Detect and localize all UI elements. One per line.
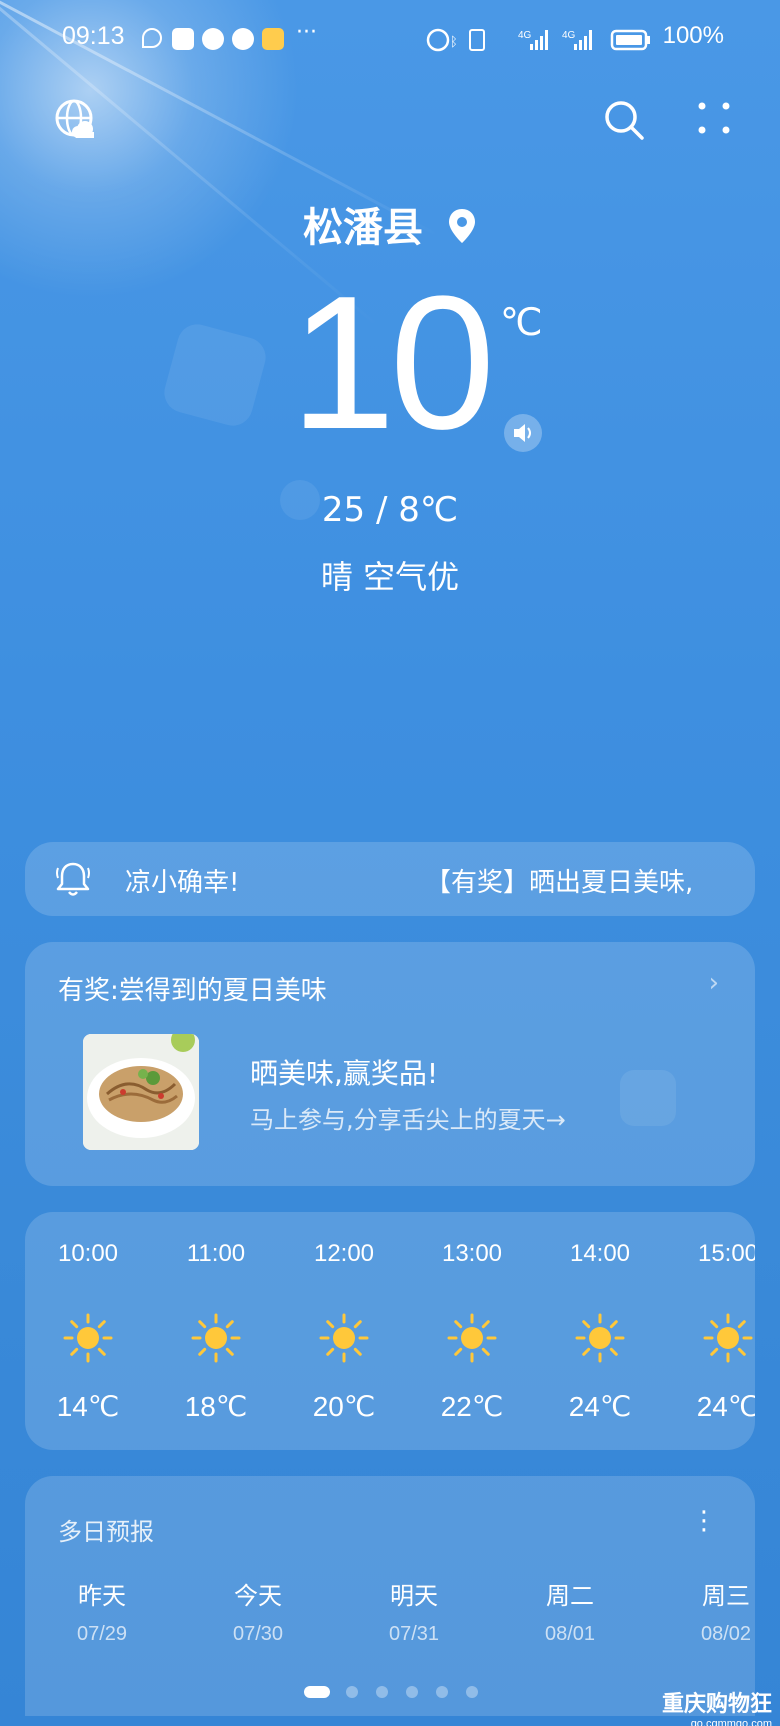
day-date: 08/02 bbox=[700, 1623, 752, 1645]
watermark-name: 重庆购物狂 bbox=[661, 1692, 772, 1717]
sun-icon bbox=[575, 1313, 625, 1363]
hour-temp: 20℃ bbox=[312, 1391, 376, 1422]
notice-banner[interactable]: 凉小确幸! 【有奖】晒出夏日美味, bbox=[25, 842, 755, 916]
app-icon bbox=[172, 28, 194, 50]
promo-subtitle: 马上参与,分享舌尖上的夏天→ bbox=[250, 1106, 566, 1134]
promo-headline: 晒美味,赢奖品! bbox=[250, 1057, 439, 1090]
sun-icon bbox=[319, 1313, 369, 1363]
temperature-unit: ℃ bbox=[500, 300, 543, 344]
notice-text: 凉小确幸! bbox=[125, 868, 240, 898]
promo-card[interactable]: 有奖:尝得到的夏日美味 › 晒美味,赢奖品! 马上参与,分享舌尖上的夏天→ bbox=[25, 942, 755, 1186]
city-label: 松潘县 bbox=[303, 205, 424, 251]
speaker-icon[interactable] bbox=[504, 414, 542, 452]
sun-icon bbox=[447, 1313, 497, 1363]
sun-icon bbox=[63, 1313, 113, 1363]
status-bar: 09:13 ··· ᛒ 4G 4G 100% bbox=[0, 18, 780, 58]
wechat-icon bbox=[202, 28, 224, 50]
page-dot[interactable] bbox=[376, 1686, 388, 1698]
mail-icon bbox=[262, 28, 284, 50]
weather-screen: 09:13 ··· ᛒ 4G 4G 100% 松潘县 10 ℃ 25 / 8℃ … bbox=[0, 0, 780, 1726]
globe-cloud-icon[interactable] bbox=[52, 96, 102, 146]
day-date: 07/29 bbox=[76, 1623, 128, 1645]
day-name: 今天 bbox=[234, 1582, 282, 1610]
network-type-label: 4G bbox=[562, 30, 576, 41]
hour-time: 11:00 bbox=[186, 1240, 246, 1267]
current-temperature: 10 bbox=[290, 257, 495, 469]
day-date: 07/31 bbox=[388, 1623, 440, 1645]
day-column: 周二 08/01 bbox=[515, 1576, 625, 1646]
day-name: 周三 bbox=[702, 1582, 750, 1610]
watermark-url: go.cqmmgo.com bbox=[690, 1718, 772, 1726]
location-pin-icon bbox=[448, 209, 475, 243]
page-dot[interactable] bbox=[346, 1686, 358, 1698]
page-dot[interactable] bbox=[406, 1686, 418, 1698]
day-column: 昨天 07/29 bbox=[47, 1576, 157, 1646]
noodle-dish-image bbox=[83, 1034, 199, 1150]
page-dot[interactable] bbox=[466, 1686, 478, 1698]
svg-text:ᛒ: ᛒ bbox=[450, 34, 458, 49]
city-name[interactable]: 松潘县 bbox=[0, 195, 780, 253]
battery-percent: 100% bbox=[662, 22, 724, 49]
day-date: 07/30 bbox=[232, 1623, 284, 1645]
more-options-icon[interactable]: ⋮ bbox=[691, 1506, 717, 1536]
day-column: 明天 07/31 bbox=[359, 1576, 469, 1646]
day-name: 昨天 bbox=[78, 1582, 126, 1610]
status-icons: ᛒ 4G 4G bbox=[426, 28, 650, 52]
hour-temp: 22℃ bbox=[440, 1391, 504, 1422]
day-name: 明天 bbox=[390, 1582, 438, 1610]
page-dot[interactable] bbox=[304, 1686, 330, 1698]
hour-temp: 24℃ bbox=[568, 1391, 632, 1422]
daily-title: 多日预报 bbox=[58, 1518, 154, 1546]
daily-forecast[interactable]: 多日预报 ⋮ 昨天 07/29 今天 07/30 明天 07/31 周二 08/01 周三 08/… bbox=[25, 1476, 755, 1716]
hour-temp: 24℃ bbox=[696, 1391, 755, 1422]
hour-time: 13:00 bbox=[441, 1240, 503, 1267]
day-name: 周二 bbox=[546, 1582, 594, 1610]
p-app-icon bbox=[232, 28, 254, 50]
sun-icon bbox=[703, 1313, 753, 1363]
vpn-icon bbox=[142, 28, 162, 48]
day-date: 08/01 bbox=[544, 1623, 596, 1645]
bell-icon bbox=[56, 862, 90, 896]
hour-time: 12:00 bbox=[313, 1240, 375, 1267]
hour-time: 10:00 bbox=[57, 1240, 119, 1267]
hour-time: 14:00 bbox=[569, 1240, 631, 1267]
temperature-range: 25 / 8℃ bbox=[321, 490, 459, 530]
more-notifications-icon: ··· bbox=[296, 20, 317, 45]
watermark: 重庆购物狂 go.cqmmgo.com bbox=[662, 1686, 772, 1726]
hour-temp: 18℃ bbox=[184, 1391, 248, 1422]
hour-time: 15:00 bbox=[697, 1240, 755, 1267]
sun-icon bbox=[191, 1313, 241, 1363]
hour-temp: 14℃ bbox=[56, 1391, 120, 1422]
day-column: 今天 07/30 bbox=[203, 1576, 313, 1646]
notice-marquee: 【有奖】晒出夏日美味, bbox=[425, 868, 694, 898]
network-type-label: 4G bbox=[518, 30, 532, 41]
chevron-right-icon: › bbox=[708, 968, 719, 998]
status-time: 09:13 bbox=[62, 22, 125, 50]
search-icon[interactable] bbox=[600, 96, 650, 146]
day-column: 周三 08/02 bbox=[671, 1576, 755, 1646]
weather-condition: 晴 空气优 bbox=[320, 558, 460, 596]
hourly-forecast[interactable]: 10:00 14℃ 11:00 18℃ 12:00 20℃ 13:00 22℃ 14:00 24℃… bbox=[25, 1212, 755, 1450]
background-hexagon bbox=[159, 319, 271, 431]
promo-title: 有奖:尝得到的夏日美味 bbox=[58, 976, 327, 1006]
page-dot[interactable] bbox=[436, 1686, 448, 1698]
menu-dots-icon[interactable] bbox=[690, 96, 740, 146]
